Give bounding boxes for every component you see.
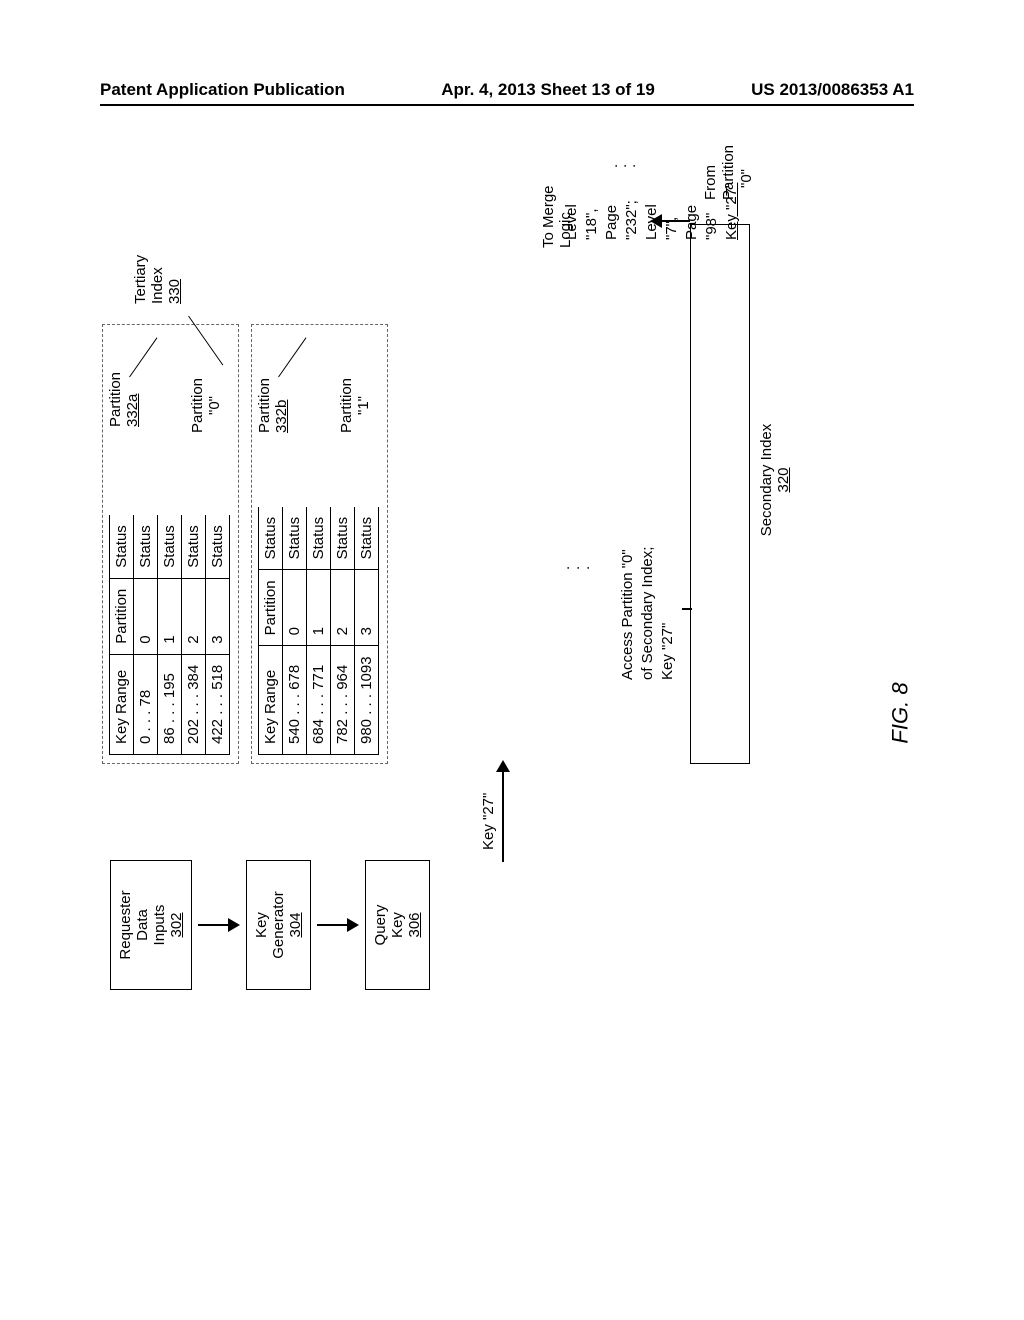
partition-1-block: Partition 332b Partition "1" Key Range P… bbox=[251, 324, 388, 764]
key-arrow bbox=[502, 762, 504, 862]
partition-label-A: Partition 332a bbox=[107, 372, 141, 427]
header-right: US 2013/0086353 A1 bbox=[751, 80, 914, 100]
partition-0-block: Partition 332a Partition "0" Key Range P… bbox=[102, 324, 239, 764]
req-l2: Data bbox=[134, 865, 151, 985]
arrow-1-stem bbox=[198, 924, 228, 926]
pB-r1c1: 684 . . . 771 bbox=[307, 646, 331, 755]
pB-r3c3: Status bbox=[355, 507, 379, 570]
q-ref: 306 bbox=[406, 865, 423, 985]
partB-name: Partition "1" bbox=[338, 378, 372, 433]
partA-tag: Partition bbox=[107, 372, 124, 427]
pA-h1: Key Range bbox=[110, 654, 134, 754]
from-l1: From bbox=[702, 145, 720, 200]
q-l1: Query bbox=[372, 865, 389, 985]
req-l3: Inputs bbox=[151, 865, 168, 985]
partA-tagref: 332a bbox=[124, 394, 141, 427]
pB-r1c3: Status bbox=[307, 507, 331, 570]
pA-r0c2: 0 bbox=[134, 578, 158, 654]
pB-r2c2: 2 bbox=[331, 570, 355, 646]
header-center: Apr. 4, 2013 Sheet 13 of 19 bbox=[441, 80, 655, 100]
pB-h2: Partition bbox=[259, 570, 283, 646]
partA-name: Partition "0" bbox=[189, 378, 223, 433]
pB-r1c2: 1 bbox=[307, 570, 331, 646]
secondary-index-box bbox=[690, 224, 750, 764]
pA-r3c2: 3 bbox=[206, 578, 230, 654]
partA-n2: "0" bbox=[206, 396, 223, 415]
kg-l1: Key bbox=[253, 865, 270, 985]
tertiary-label: Tertiary Index 330 bbox=[132, 255, 183, 304]
pA-h2: Partition bbox=[110, 578, 134, 654]
si-l: Secondary Index bbox=[758, 424, 775, 537]
partB-n2: "1" bbox=[355, 396, 372, 415]
arrow-1-head bbox=[228, 918, 240, 932]
kg-l2: Generator bbox=[270, 865, 287, 985]
pA-r3c3: Status bbox=[206, 515, 230, 578]
partition-0-table: Key Range Partition Status 0 . . . 780St… bbox=[109, 515, 230, 755]
ti-ref: 330 bbox=[166, 255, 183, 304]
leader-332a bbox=[129, 337, 157, 377]
keygen-box: Key Generator 304 bbox=[246, 860, 311, 990]
kg-ref: 304 bbox=[287, 865, 304, 985]
pB-r0c3: Status bbox=[283, 507, 307, 570]
tertiary-index-group: Partition 332a Partition "0" Key Range P… bbox=[102, 324, 400, 764]
pA-r1c2: 1 bbox=[158, 578, 182, 654]
pA-r2c1: 202 . . . 384 bbox=[182, 654, 206, 754]
from-l2: Partition bbox=[720, 145, 738, 200]
from-l3: "0" bbox=[738, 145, 756, 188]
pA-r0c1: 0 . . . 78 bbox=[134, 654, 158, 754]
leader-332b bbox=[278, 337, 306, 377]
query-box: Query Key 306 bbox=[365, 860, 430, 990]
figure-diagram: Requester Data Inputs 302 Key Generator … bbox=[110, 180, 1024, 1000]
continuation-dots: ... bbox=[560, 566, 590, 570]
pB-r0c2: 0 bbox=[283, 570, 307, 646]
partition-1-table: Key Range Partition Status 540 . . . 678… bbox=[258, 507, 379, 755]
pA-r3c1: 422 . . . 518 bbox=[206, 654, 230, 754]
req-l1: Requester bbox=[117, 865, 134, 985]
pA-r2c3: Status bbox=[182, 515, 206, 578]
ti-l1: Tertiary bbox=[132, 255, 149, 304]
out-l2: Page "232"; bbox=[602, 180, 642, 240]
secondary-index-label: Secondary Index 320 bbox=[758, 410, 792, 550]
pB-r3c2: 3 bbox=[355, 570, 379, 646]
partition-label-B: Partition 332b bbox=[256, 378, 290, 433]
page-header: Patent Application Publication Apr. 4, 2… bbox=[100, 80, 914, 106]
pA-r1c1: 86 . . . 195 bbox=[158, 654, 182, 754]
out-l3: Level "7", bbox=[642, 180, 682, 240]
req-ref: 302 bbox=[168, 865, 185, 985]
pA-r2c2: 2 bbox=[182, 578, 206, 654]
arrow-2-stem bbox=[317, 924, 347, 926]
from-label: From Partition "0" bbox=[702, 145, 756, 200]
pA-r0c3: Status bbox=[134, 515, 158, 578]
requester-box: Requester Data Inputs 302 bbox=[110, 860, 192, 990]
pB-r3c1: 980 . . . 1093 bbox=[355, 646, 379, 755]
an-l1: Access Partition "0" bbox=[618, 547, 638, 680]
pB-r0c1: 540 . . . 678 bbox=[283, 646, 307, 755]
an-l3: Key "27" bbox=[658, 547, 678, 680]
left-flow-column: Requester Data Inputs 302 Key Generator … bbox=[110, 860, 480, 990]
si-ref: 320 bbox=[775, 467, 792, 492]
header-left: Patent Application Publication bbox=[100, 80, 345, 100]
pB-r2c3: Status bbox=[331, 507, 355, 570]
figure-caption: FIG. 8 bbox=[888, 682, 914, 743]
pB-h1: Key Range bbox=[259, 646, 283, 755]
partA-n1: Partition bbox=[189, 378, 206, 433]
an-l2: of Secondary Index; bbox=[638, 547, 658, 680]
arrow-2-head bbox=[347, 918, 359, 932]
pB-r2c1: 782 . . . 964 bbox=[331, 646, 355, 755]
out-l1: Level "18", bbox=[562, 180, 602, 240]
q-l2: Key bbox=[389, 865, 406, 985]
key-arrow-label: Key "27" bbox=[480, 793, 497, 850]
continuation-dots-2: ... bbox=[608, 164, 635, 168]
ti-l2: Index bbox=[149, 255, 166, 304]
pA-r1c3: Status bbox=[158, 515, 182, 578]
partB-n1: Partition bbox=[338, 378, 355, 433]
pA-h3: Status bbox=[110, 515, 134, 578]
access-note: Access Partition "0" of Secondary Index;… bbox=[618, 547, 678, 680]
pB-h3: Status bbox=[259, 507, 283, 570]
partB-tag: Partition bbox=[256, 378, 273, 433]
partB-tagref: 332b bbox=[273, 400, 290, 433]
